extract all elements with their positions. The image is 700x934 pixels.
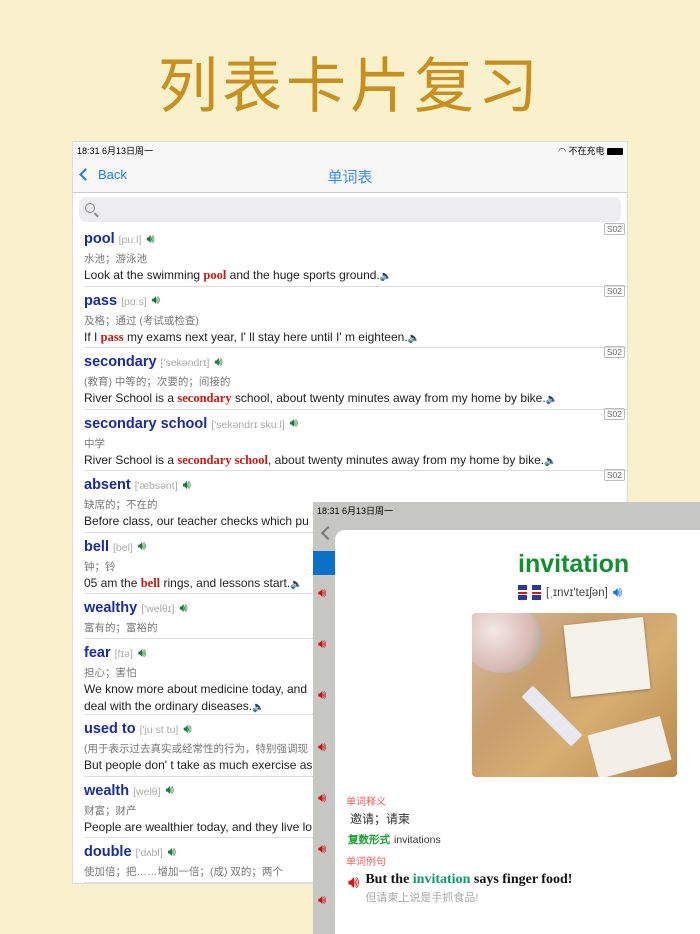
word-row[interactable]: secondary school ['sekəndrɪ skuːl] 🔊︎ 中学 Ri…: [84, 407, 627, 471]
card-back-chevron-icon[interactable]: [320, 525, 336, 541]
speaker-icon[interactable]: 🔊︎: [613, 584, 622, 601]
word-row[interactable]: pool [puːl] 🔊︎ 水池；游泳池 Look at the swimming …: [84, 223, 627, 287]
definition: 中学: [84, 437, 105, 450]
plural-value: invitations: [394, 834, 441, 846]
unit-tag: S02: [603, 346, 625, 358]
meaning-label: 单词释义: [346, 797, 386, 808]
definition: (教育) 中等的；次要的；间接的: [84, 376, 231, 388]
unit-tag: S02: [603, 223, 625, 235]
speaker-icon[interactable]: 🔊︎: [179, 600, 187, 616]
example-en: But the invitation says finger food!: [365, 872, 573, 887]
speaker-icon[interactable]: 🔊︎: [138, 645, 146, 661]
example: River School is a secondary school, abou…: [84, 452, 557, 467]
speaker-icon[interactable]: 🔊︎: [214, 354, 222, 370]
word: wealthy: [84, 600, 138, 616]
example-speaker-icon[interactable]: 🔊︎: [348, 872, 359, 905]
phonetic: ['welθɪ]: [141, 603, 175, 615]
unit-tag: S02: [603, 469, 625, 481]
word: double: [84, 844, 132, 860]
example-cn: 但请柬上说是手抓食品!: [365, 892, 479, 904]
word: used to: [84, 721, 136, 737]
play-example-icon[interactable]: 🔈: [252, 702, 264, 713]
plural-row: 复数形式 invitations: [348, 832, 441, 847]
phonetic: [welθ]: [133, 785, 161, 798]
status-bar: 18:31 6月13日周一 ◠ 不在充电: [73, 142, 627, 158]
example-label: 单词例句: [346, 857, 386, 868]
word-card: invitation [ˌɪnvɪ'teɪʃən] 🔊︎ 单词释义 邀请；请柬 …: [335, 530, 700, 934]
row-speaker-icon[interactable]: 🔊︎: [318, 585, 326, 601]
status-time: 18:31 6月13日周一: [77, 145, 154, 156]
card-phonetic-row: [ˌɪnvɪ'teɪʃən] 🔊︎: [518, 584, 622, 601]
row-speaker-icon[interactable]: 🔊︎: [318, 687, 326, 703]
play-example-icon[interactable]: 🔈: [546, 394, 558, 405]
battery-icon: [607, 147, 623, 155]
card-status-time: 18:31 6月13日周一: [317, 505, 394, 516]
speaker-icon[interactable]: 🔊︎: [138, 538, 146, 554]
card-status-bar: 18:31 6月13日周一: [313, 502, 700, 518]
unit-tag: S02: [603, 284, 625, 297]
speaker-icon[interactable]: 🔊︎: [166, 782, 174, 798]
flashcard-window: 18:31 6月13日周一 🔊︎ 🔊︎ 🔊︎ 🔊︎ 🔊︎ 🔊︎ 🔊︎ invitation …: [313, 502, 700, 934]
example: River School is a secondary school, abou…: [84, 391, 559, 405]
play-example-icon[interactable]: 🔈: [408, 333, 420, 344]
row-speaker-icon[interactable]: 🔊︎: [318, 636, 326, 652]
word-row[interactable]: pass [pɑːs] 🔊︎ 及格；通过 (考试或检查) If I pass my e…: [84, 284, 627, 348]
speaker-icon[interactable]: 🔊︎: [146, 231, 154, 247]
phonetic: ['dʌbl]: [135, 847, 163, 859]
definition: 及格；通过 (考试或检查): [84, 314, 199, 327]
example: Look at the swimming pool and the huge s…: [84, 268, 393, 282]
definition: 水池；游泳池: [84, 253, 147, 265]
phonetic: ['æbsənt]: [134, 480, 178, 492]
phonetic: [pɑːs]: [121, 295, 147, 308]
speaker-icon[interactable]: 🔊︎: [152, 292, 160, 308]
play-example-icon[interactable]: 🔈: [544, 456, 556, 467]
word: bell: [84, 538, 109, 555]
headline: 列表卡片复习: [158, 52, 542, 122]
selected-row-indicator: [313, 551, 335, 575]
word: pass: [84, 292, 118, 309]
unit-tag: S02: [603, 407, 625, 420]
meaning: 邀请；请柬: [350, 812, 411, 826]
card-phonetic: [ˌɪnvɪ'teɪʃən]: [546, 586, 608, 599]
word-image: [472, 613, 677, 777]
row-speaker-icon[interactable]: 🔊︎: [318, 892, 326, 908]
word-row[interactable]: secondary ['sekəndrɪ] 🔊︎ (教育) 中等的；次要的；间接的 R…: [84, 346, 627, 410]
word: absent: [84, 477, 131, 493]
speaker-icon[interactable]: 🔊︎: [183, 477, 191, 493]
uk-flag-icon: [518, 585, 541, 600]
search-icon: [85, 203, 95, 213]
word: wealth: [84, 782, 130, 799]
speaker-icon[interactable]: 🔊︎: [183, 721, 191, 737]
phonetic: [puːl]: [118, 234, 142, 246]
card-word: invitation: [518, 550, 630, 578]
word: fear: [84, 645, 111, 661]
search-input[interactable]: [79, 197, 621, 222]
play-example-icon[interactable]: 🔈: [290, 579, 302, 590]
word: secondary school: [84, 415, 208, 432]
phonetic: [bel]: [112, 541, 133, 554]
word: pool: [84, 231, 115, 247]
nav-bar: Back 单词表: [73, 158, 627, 193]
row-speaker-icon[interactable]: 🔊︎: [318, 841, 326, 857]
plural-label: 复数形式: [348, 834, 390, 846]
example: If I pass my exams next year, I' ll stay…: [84, 329, 421, 344]
page-title: 单词表: [327, 169, 373, 186]
phonetic: ['sekəndrɪ]: [160, 357, 210, 369]
play-example-icon[interactable]: 🔈: [380, 271, 392, 282]
speaker-icon[interactable]: 🔊︎: [290, 415, 298, 431]
battery-label: 不在充电: [568, 145, 605, 156]
speaker-icon[interactable]: 🔊︎: [168, 844, 176, 860]
example-sentence: 🔊︎ But the invitation says finger food! …: [348, 872, 572, 905]
phonetic: ['sekəndrɪ skuːl]: [211, 418, 285, 431]
wifi-icon: ◠: [558, 145, 569, 156]
phonetic: [fɪə]: [114, 648, 133, 660]
battery-status: ◠ 不在充电: [558, 144, 623, 157]
row-speaker-icon[interactable]: 🔊︎: [318, 790, 326, 806]
word: secondary: [84, 354, 157, 370]
phonetic: ['juːst tu]: [139, 724, 179, 736]
row-speaker-icon[interactable]: 🔊︎: [318, 739, 326, 755]
